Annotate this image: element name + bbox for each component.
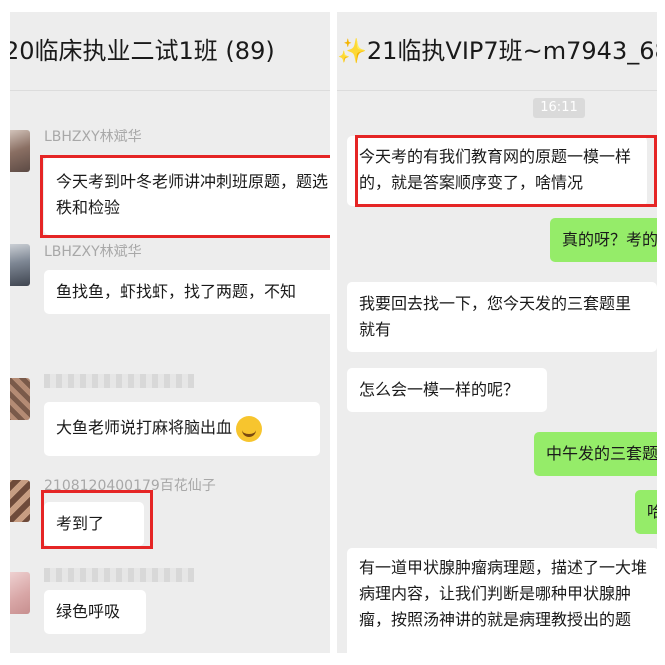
sender-name-blurred	[44, 374, 194, 388]
avatar[interactable]	[10, 572, 30, 614]
message-bubble[interactable]: 我要回去找一下，您今天发的三套题里就有	[347, 282, 657, 352]
highlight-box	[40, 155, 330, 238]
message-bubble[interactable]: 鱼找鱼，虾找虾，找了两题，不知	[44, 270, 330, 314]
avatar[interactable]	[10, 480, 30, 522]
right-chat-panel: ✨21临执VIP7班~m7943_6818 16:11 今天考的有我们教育网的原…	[337, 12, 657, 653]
message-bubble[interactable]: 怎么会一模一样的呢？	[347, 368, 547, 412]
sender-name: LBHZXY林斌华	[44, 244, 142, 260]
avatar[interactable]	[10, 130, 30, 172]
sender-name: LBHZXY林斌华	[44, 129, 142, 145]
avatar[interactable]	[10, 378, 30, 420]
message-bubble[interactable]: 有一道甲状腺肿瘤病理题，描述了一大堆病理内容，让我们判断是哪种甲状腺肿瘤，按照汤…	[347, 548, 657, 653]
group-title: 20临床执业二试1班 (89)	[10, 37, 275, 65]
group-title-bar: 20临床执业二试1班 (89)	[10, 12, 330, 91]
timestamp: 16:11	[533, 98, 585, 118]
message-bubble-outgoing[interactable]: 真的呀？考的	[550, 218, 657, 262]
laughing-crying-emoji-icon	[236, 415, 263, 442]
highlight-box	[41, 490, 153, 549]
left-chat-panel: 20临床执业二试1班 (89) LBHZXY林斌华 今天考到叶冬老师讲冲刺班原题…	[10, 12, 330, 653]
sender-name-blurred	[44, 568, 194, 582]
group-title-bar: ✨21临执VIP7班~m7943_6818	[337, 12, 657, 91]
message-bubble-outgoing[interactable]: 中午发的三套题	[534, 432, 657, 476]
message-bubble[interactable]: 绿色呼吸	[44, 590, 146, 634]
highlight-box	[355, 135, 657, 207]
group-title: ✨21临执VIP7班~m7943_6818	[337, 37, 657, 65]
message-bubble-outgoing[interactable]: 哈	[635, 490, 657, 534]
message-text: 大鱼老师说打麻将脑出血	[56, 418, 233, 437]
avatar[interactable]	[10, 244, 30, 286]
message-bubble[interactable]: 大鱼老师说打麻将脑出血	[44, 402, 320, 456]
